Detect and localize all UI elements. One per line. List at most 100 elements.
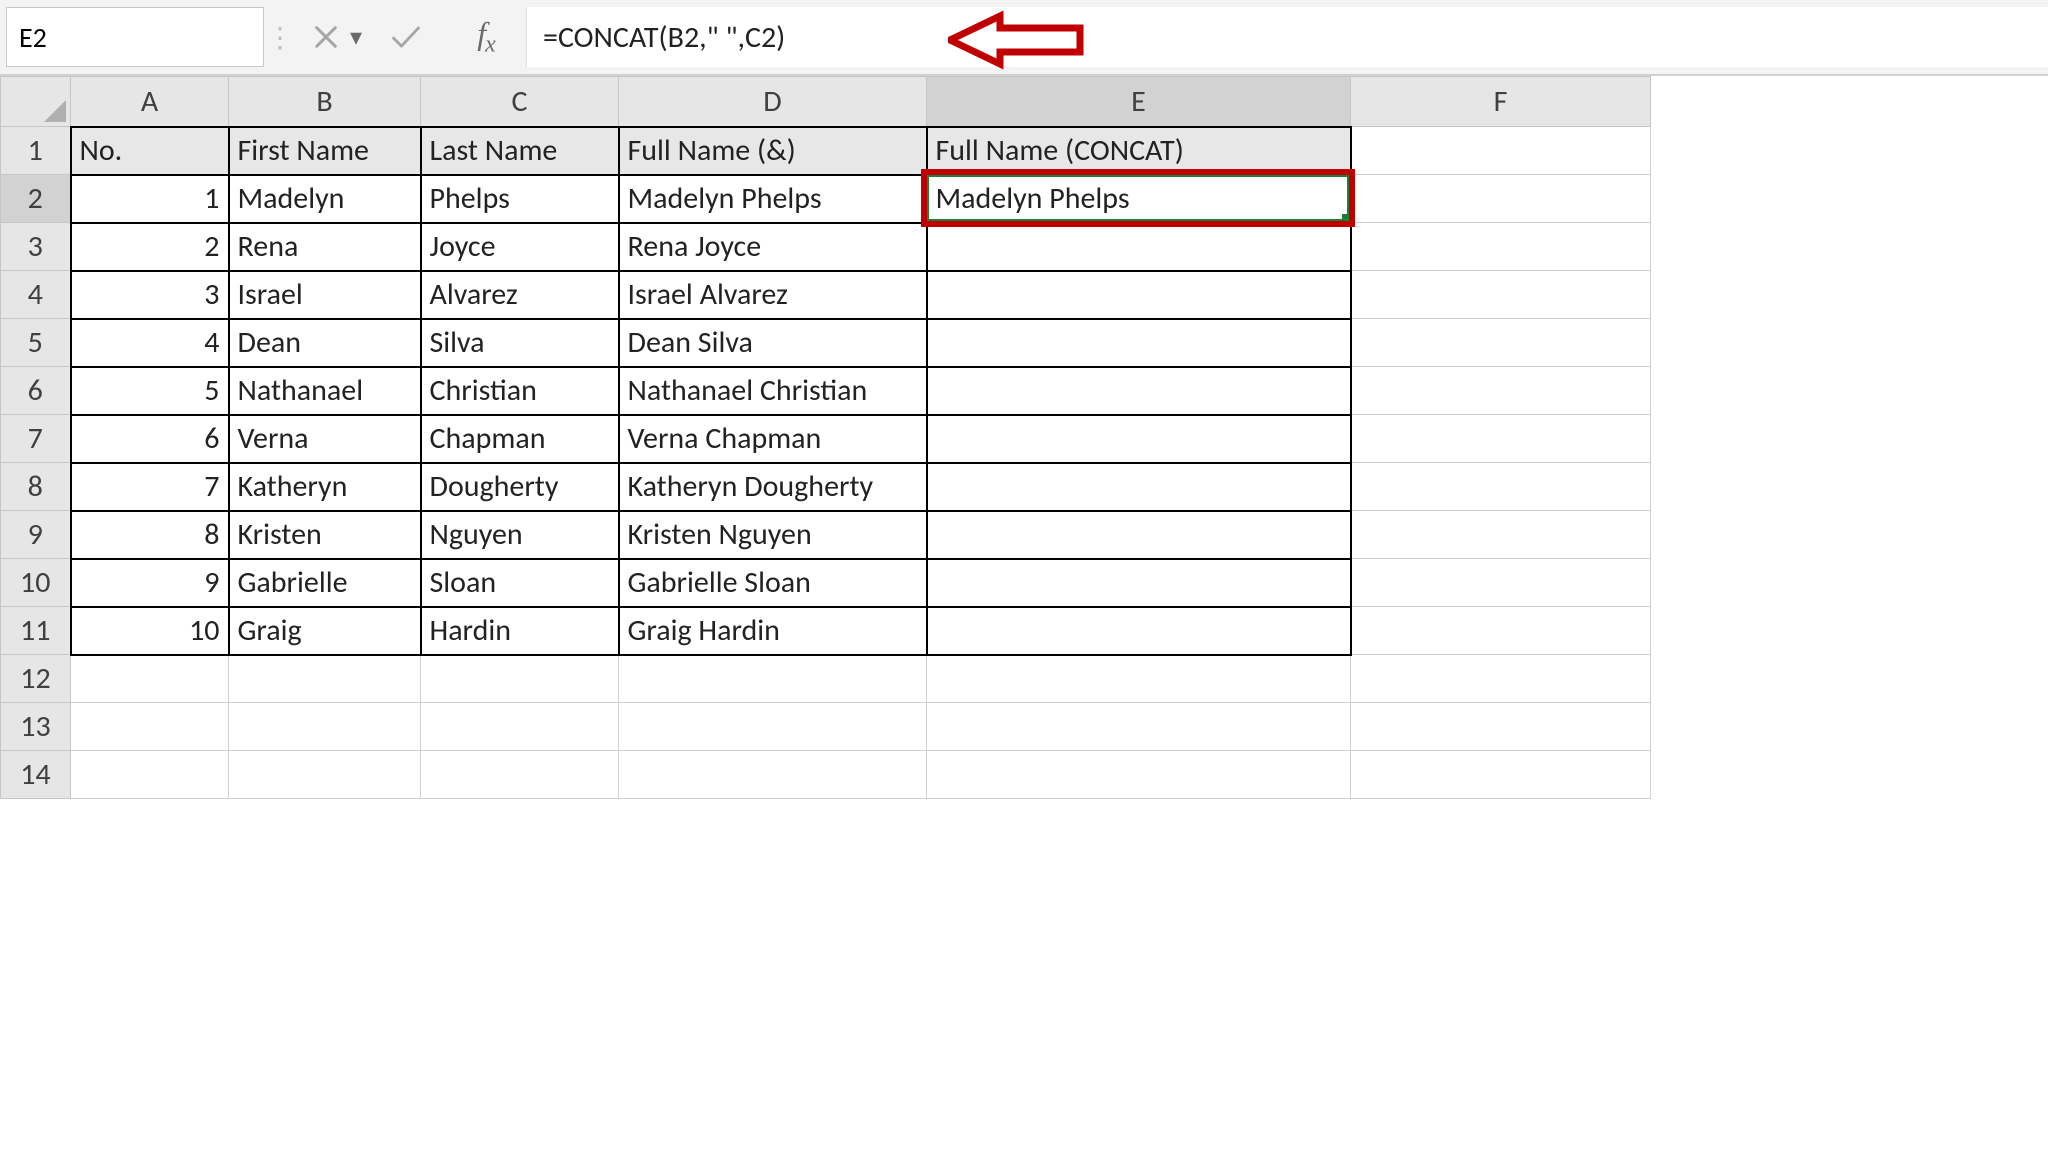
cell-F12[interactable] xyxy=(1351,655,1651,703)
cell-E14[interactable] xyxy=(927,751,1351,799)
cell-E10[interactable] xyxy=(927,559,1351,607)
column-header-D[interactable]: D xyxy=(619,77,927,127)
cell-F7[interactable] xyxy=(1351,415,1651,463)
row-header-12[interactable]: 12 xyxy=(1,655,71,703)
cell-D7[interactable]: Verna Chapman xyxy=(619,415,927,463)
cell-B10[interactable]: Gabrielle xyxy=(229,559,421,607)
cell-A7[interactable]: 6 xyxy=(71,415,229,463)
cell-F8[interactable] xyxy=(1351,463,1651,511)
column-header-B[interactable]: B xyxy=(229,77,421,127)
cell-C4[interactable]: Alvarez xyxy=(421,271,619,319)
cell-E12[interactable] xyxy=(927,655,1351,703)
cell-B5[interactable]: Dean xyxy=(229,319,421,367)
cell-E9[interactable] xyxy=(927,511,1351,559)
cell-B2[interactable]: Madelyn xyxy=(229,175,421,223)
cell-A4[interactable]: 3 xyxy=(71,271,229,319)
row-header-11[interactable]: 11 xyxy=(1,607,71,655)
cell-A6[interactable]: 5 xyxy=(71,367,229,415)
cell-E7[interactable] xyxy=(927,415,1351,463)
cell-C9[interactable]: Nguyen xyxy=(421,511,619,559)
cell-C3[interactable]: Joyce xyxy=(421,223,619,271)
cell-D11[interactable]: Graig Hardin xyxy=(619,607,927,655)
cell-F1[interactable] xyxy=(1351,127,1651,175)
cell-D9[interactable]: Kristen Nguyen xyxy=(619,511,927,559)
cell-C13[interactable] xyxy=(421,703,619,751)
cell-B6[interactable]: Nathanael xyxy=(229,367,421,415)
cell-F3[interactable] xyxy=(1351,223,1651,271)
row-header-7[interactable]: 7 xyxy=(1,415,71,463)
cell-A9[interactable]: 8 xyxy=(71,511,229,559)
cell-C2[interactable]: Phelps xyxy=(421,175,619,223)
row-header-4[interactable]: 4 xyxy=(1,271,71,319)
cell-F4[interactable] xyxy=(1351,271,1651,319)
cell-D14[interactable] xyxy=(619,751,927,799)
cell-C8[interactable]: Dougherty xyxy=(421,463,619,511)
cell-E4[interactable] xyxy=(927,271,1351,319)
cell-D3[interactable]: Rena Joyce xyxy=(619,223,927,271)
cell-C1[interactable]: Last Name xyxy=(421,127,619,175)
cell-C11[interactable]: Hardin xyxy=(421,607,619,655)
cell-B12[interactable] xyxy=(229,655,421,703)
cell-D6[interactable]: Nathanael Christian xyxy=(619,367,927,415)
column-header-F[interactable]: F xyxy=(1351,77,1651,127)
cell-D4[interactable]: Israel Alvarez xyxy=(619,271,927,319)
cell-C7[interactable]: Chapman xyxy=(421,415,619,463)
row-header-2[interactable]: 2 xyxy=(1,175,71,223)
cell-D10[interactable]: Gabrielle Sloan xyxy=(619,559,927,607)
cell-C14[interactable] xyxy=(421,751,619,799)
cell-F9[interactable] xyxy=(1351,511,1651,559)
column-header-E[interactable]: E xyxy=(927,77,1351,127)
row-header-10[interactable]: 10 xyxy=(1,559,71,607)
row-header-5[interactable]: 5 xyxy=(1,319,71,367)
row-header-6[interactable]: 6 xyxy=(1,367,71,415)
cell-B7[interactable]: Verna xyxy=(229,415,421,463)
cell-E13[interactable] xyxy=(927,703,1351,751)
cell-E6[interactable] xyxy=(927,367,1351,415)
cell-E11[interactable] xyxy=(927,607,1351,655)
cell-B3[interactable]: Rena xyxy=(229,223,421,271)
formula-input[interactable]: =CONCAT(B2," ",C2) xyxy=(526,7,2048,67)
cell-A8[interactable]: 7 xyxy=(71,463,229,511)
cell-D2[interactable]: Madelyn Phelps xyxy=(619,175,927,223)
cell-B14[interactable] xyxy=(229,751,421,799)
column-header-C[interactable]: C xyxy=(421,77,619,127)
insert-function-button[interactable]: fx xyxy=(446,3,526,71)
cell-A1[interactable]: No. xyxy=(71,127,229,175)
cell-F13[interactable] xyxy=(1351,703,1651,751)
cell-E5[interactable] xyxy=(927,319,1351,367)
cell-F10[interactable] xyxy=(1351,559,1651,607)
cell-C5[interactable]: Silva xyxy=(421,319,619,367)
cell-D5[interactable]: Dean Silva xyxy=(619,319,927,367)
cell-E8[interactable] xyxy=(927,463,1351,511)
cell-B11[interactable]: Graig xyxy=(229,607,421,655)
cell-F14[interactable] xyxy=(1351,751,1651,799)
cell-A3[interactable]: 2 xyxy=(71,223,229,271)
row-header-13[interactable]: 13 xyxy=(1,703,71,751)
cell-F11[interactable] xyxy=(1351,607,1651,655)
row-header-1[interactable]: 1 xyxy=(1,127,71,175)
row-header-8[interactable]: 8 xyxy=(1,463,71,511)
cell-A12[interactable] xyxy=(71,655,229,703)
cell-B4[interactable]: Israel xyxy=(229,271,421,319)
cell-F5[interactable] xyxy=(1351,319,1651,367)
row-header-14[interactable]: 14 xyxy=(1,751,71,799)
cell-E2[interactable]: Madelyn Phelps xyxy=(927,175,1351,223)
name-box-input[interactable] xyxy=(7,8,350,66)
cell-C10[interactable]: Sloan xyxy=(421,559,619,607)
row-header-9[interactable]: 9 xyxy=(1,511,71,559)
spreadsheet-grid[interactable]: ABCDEF 1No.First NameLast NameFull Name … xyxy=(0,76,2048,799)
cell-E3[interactable] xyxy=(927,223,1351,271)
cell-B1[interactable]: First Name xyxy=(229,127,421,175)
cell-A14[interactable] xyxy=(71,751,229,799)
name-box[interactable]: ▾ xyxy=(6,7,264,67)
cell-A2[interactable]: 1 xyxy=(71,175,229,223)
cell-A11[interactable]: 10 xyxy=(71,607,229,655)
cell-A5[interactable]: 4 xyxy=(71,319,229,367)
cell-D1[interactable]: Full Name (&) xyxy=(619,127,927,175)
cell-F6[interactable] xyxy=(1351,367,1651,415)
cell-B8[interactable]: Katheryn xyxy=(229,463,421,511)
cell-F2[interactable] xyxy=(1351,175,1651,223)
column-header-A[interactable]: A xyxy=(71,77,229,127)
cell-A10[interactable]: 9 xyxy=(71,559,229,607)
cell-B9[interactable]: Kristen xyxy=(229,511,421,559)
